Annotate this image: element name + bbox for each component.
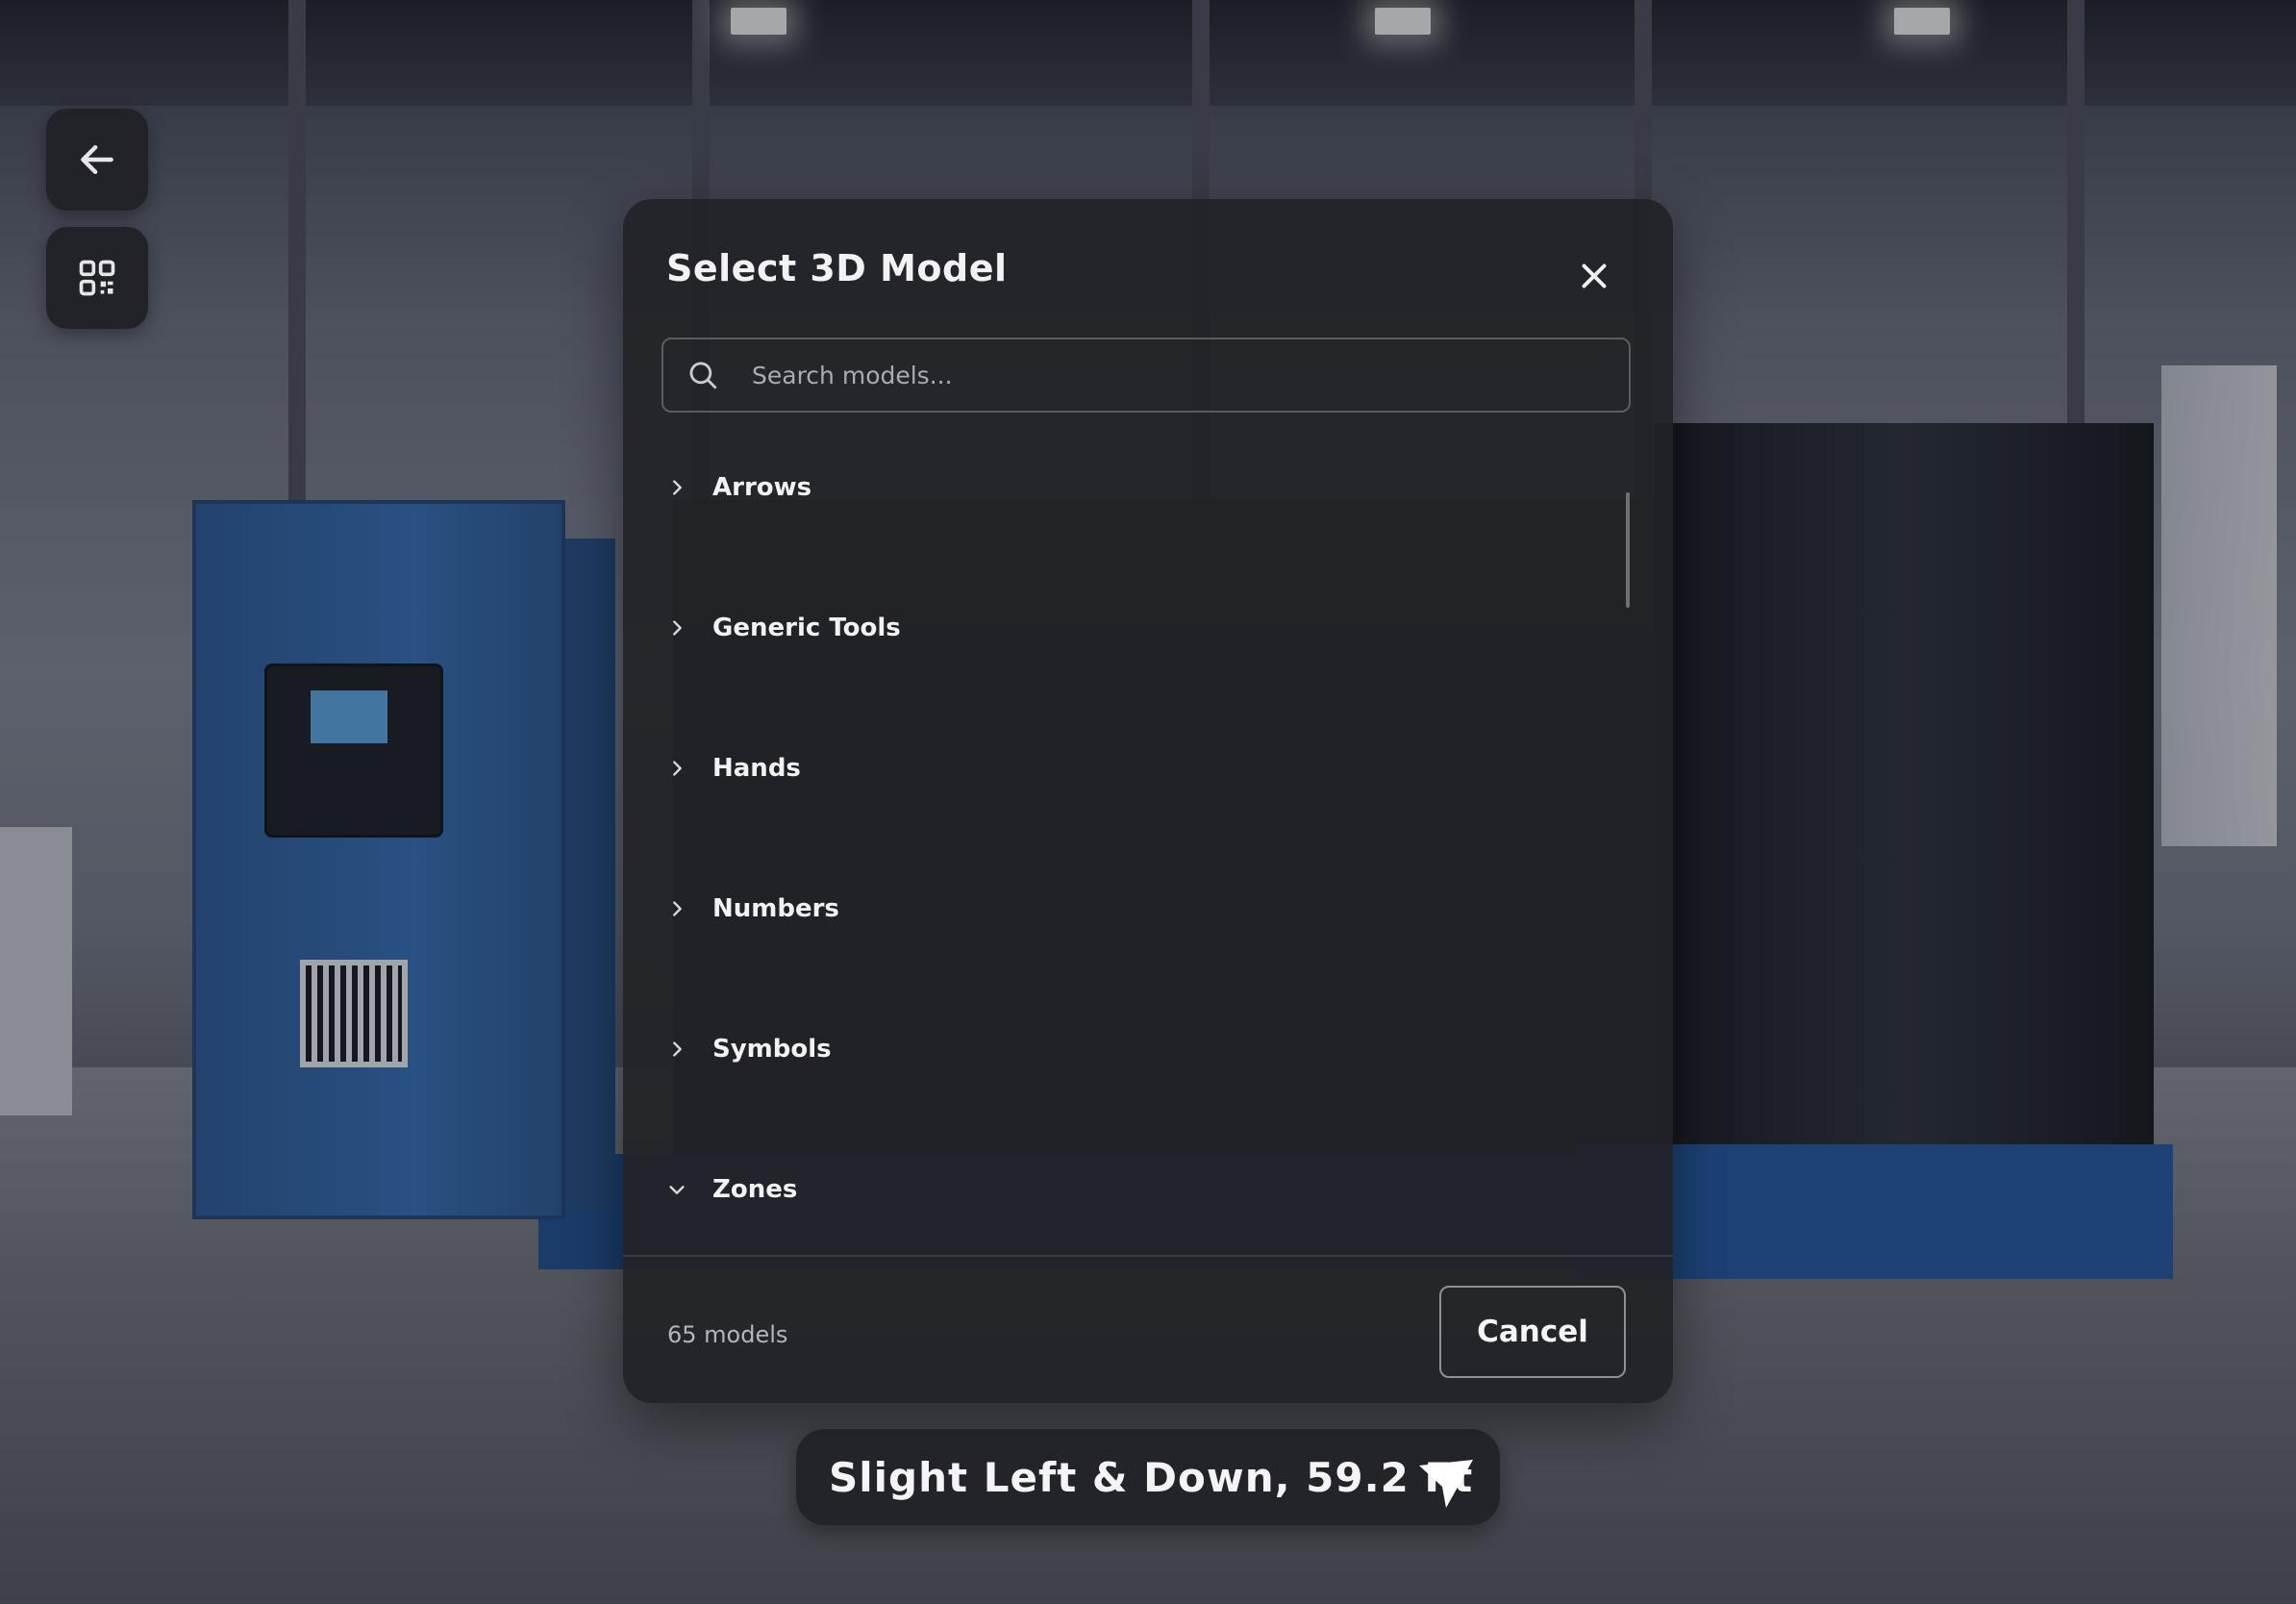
close-button[interactable] <box>1573 255 1615 297</box>
direction-indicator: Slight Left & Down, 59.2 Ft <box>796 1429 1500 1525</box>
model-count: 65 models <box>667 1321 788 1348</box>
select-model-dialog: Select 3D Model Arrows <box>623 199 1673 1403</box>
category-zones[interactable]: Zones <box>666 1161 1609 1218</box>
search-field[interactable] <box>661 338 1631 413</box>
navigation-arrow-icon <box>1419 1460 1473 1508</box>
category-list: Arrows Generic Tools Hands Numbers Symbo… <box>623 459 1673 1403</box>
dialog-title: Select 3D Model <box>666 247 1008 289</box>
category-label: Hands <box>712 754 801 783</box>
category-label: Arrows <box>712 473 812 502</box>
chevron-right-icon <box>673 480 682 495</box>
category-numbers[interactable]: Numbers <box>666 880 1609 938</box>
category-label: Zones <box>712 1175 798 1204</box>
list-scrollbar[interactable] <box>1626 492 1630 608</box>
category-symbols[interactable]: Symbols <box>666 1020 1609 1078</box>
search-icon <box>689 362 717 389</box>
close-icon <box>1582 263 1607 288</box>
ar-camera-view: Select 3D Model Arrows <box>0 0 2296 1604</box>
chevron-right-icon <box>673 1041 682 1057</box>
arrow-left-icon <box>81 144 113 175</box>
category-hands[interactable]: Hands <box>666 739 1609 797</box>
search-input[interactable] <box>750 345 1629 405</box>
back-button[interactable] <box>46 109 148 211</box>
chevron-down-icon <box>669 1186 685 1194</box>
qr-code-icon <box>79 260 115 296</box>
cancel-button[interactable]: Cancel <box>1439 1286 1626 1378</box>
footer-divider <box>623 1255 1673 1257</box>
chevron-right-icon <box>673 620 682 636</box>
chevron-right-icon <box>673 901 682 916</box>
chevron-right-icon <box>673 761 682 776</box>
category-label: Numbers <box>712 894 839 923</box>
direction-text: Slight Left & Down, 59.2 Ft <box>829 1453 1474 1501</box>
category-label: Generic Tools <box>712 614 901 642</box>
qr-scan-button[interactable] <box>46 227 148 329</box>
category-arrows[interactable]: Arrows <box>666 459 1609 516</box>
category-label: Symbols <box>712 1035 832 1064</box>
category-generic-tools[interactable]: Generic Tools <box>666 599 1609 657</box>
